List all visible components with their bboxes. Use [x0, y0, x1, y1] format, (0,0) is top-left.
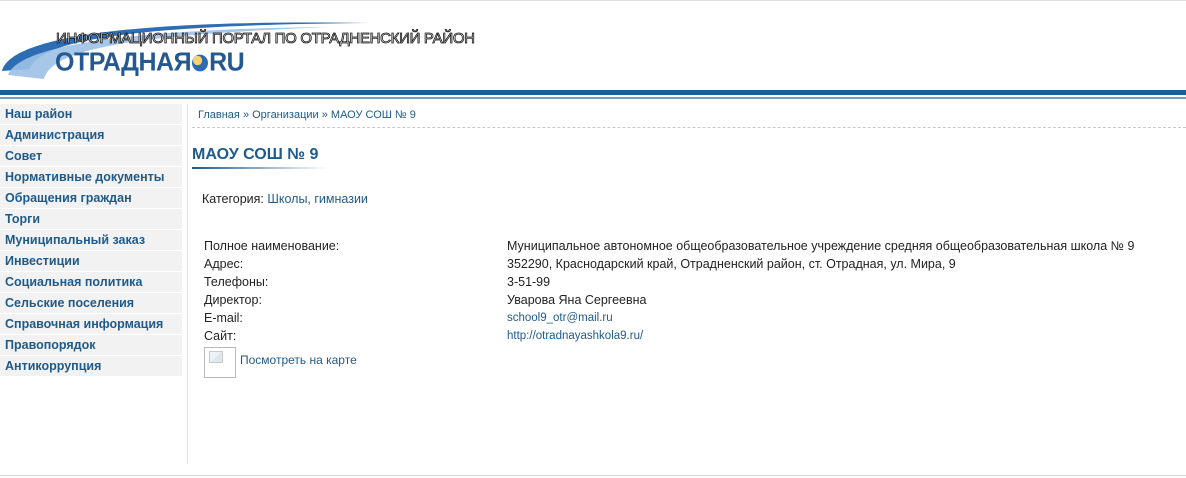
sidebar-divider — [187, 104, 188, 464]
site-header: Информационный портал по Отрадненский ра… — [0, 0, 1186, 90]
site-logo[interactable]: ОТРАДНАЯ RU — [55, 47, 245, 77]
sidebar-item-normativnye-dokumenty[interactable]: Нормативные документы — [0, 167, 182, 187]
info-label: Сайт: — [204, 329, 237, 343]
broken-image-icon — [209, 351, 223, 363]
sidebar-item-administratsiya[interactable]: Администрация — [0, 125, 182, 145]
sidebar-nav: Наш район Администрация Совет Нормативны… — [0, 104, 182, 377]
category-link[interactable]: Школы, гимназии — [267, 192, 368, 206]
header-rule — [0, 90, 1186, 95]
sidebar-item-spravochnaya-informatsiya[interactable]: Справочная информация — [0, 314, 182, 334]
info-value: 3-51-99 — [507, 275, 551, 289]
info-label: Адрес: — [204, 257, 244, 271]
sidebar-item-sotsialnaya-politika[interactable]: Социальная политика — [0, 272, 182, 292]
breadcrumb-home-link[interactable]: Главная — [198, 109, 240, 121]
breadcrumb-divider — [192, 127, 1186, 128]
site-tagline: Информационный портал по Отрадненский ра… — [56, 30, 476, 48]
page-title: МАОУ СОШ № 9 — [192, 146, 319, 163]
breadcrumb-current-link[interactable]: МАОУ СОШ № 9 — [331, 109, 416, 121]
sidebar-item-investitsii[interactable]: Инвестиции — [0, 251, 182, 271]
info-label: E-mail: — [204, 311, 243, 325]
brand-name: ОТРАДНАЯ — [55, 47, 192, 77]
view-on-map-link[interactable]: Посмотреть на карте — [240, 353, 357, 367]
breadcrumb-separator: » — [321, 109, 328, 121]
category-label: Категория: — [202, 192, 264, 206]
sidebar-item-pravoporyadok[interactable]: Правопорядок — [0, 335, 182, 355]
info-value: Муниципальное автономное общеобразовател… — [507, 239, 1135, 253]
footer-divider — [0, 475, 1186, 476]
email-link[interactable]: school9_otr@mail.ru — [507, 309, 613, 327]
info-value: 352290, Краснодарский край, Отрадненский… — [507, 257, 956, 271]
sidebar-item-torgi[interactable]: Торги — [0, 209, 182, 229]
brand-domain: RU — [209, 47, 245, 77]
info-label: Телефоны: — [204, 275, 269, 289]
info-label: Директор: — [204, 293, 262, 307]
sidebar-item-nash-rayon[interactable]: Наш район — [0, 104, 182, 124]
globe-icon — [192, 54, 209, 72]
title-underline — [192, 167, 327, 169]
sidebar-item-sovet[interactable]: Совет — [0, 146, 182, 166]
sidebar-item-antikorruptsiya[interactable]: Антикоррупция — [0, 356, 182, 376]
sidebar-item-obrashcheniya-grazhdan[interactable]: Обращения граждан — [0, 188, 182, 208]
breadcrumb: Главная » Организации » МАОУ СОШ № 9 — [198, 109, 416, 121]
header-rule-thin — [0, 97, 1186, 99]
breadcrumb-separator: » — [242, 109, 250, 121]
map-thumbnail[interactable] — [204, 347, 236, 378]
info-label: Полное наименование: — [204, 239, 340, 253]
sidebar-item-munitsipalnyy-zakaz[interactable]: Муниципальный заказ — [0, 230, 182, 250]
sidebar-item-selskie-poseleniya[interactable]: Сельские поселения — [0, 293, 182, 313]
website-link[interactable]: http://otradnayashkola9.ru/ — [507, 327, 643, 345]
category-line: Категория: Школы, гимназии — [202, 192, 368, 206]
breadcrumb-section-link[interactable]: Организации — [252, 109, 319, 121]
info-value: Уварова Яна Сергеевна — [507, 293, 647, 307]
